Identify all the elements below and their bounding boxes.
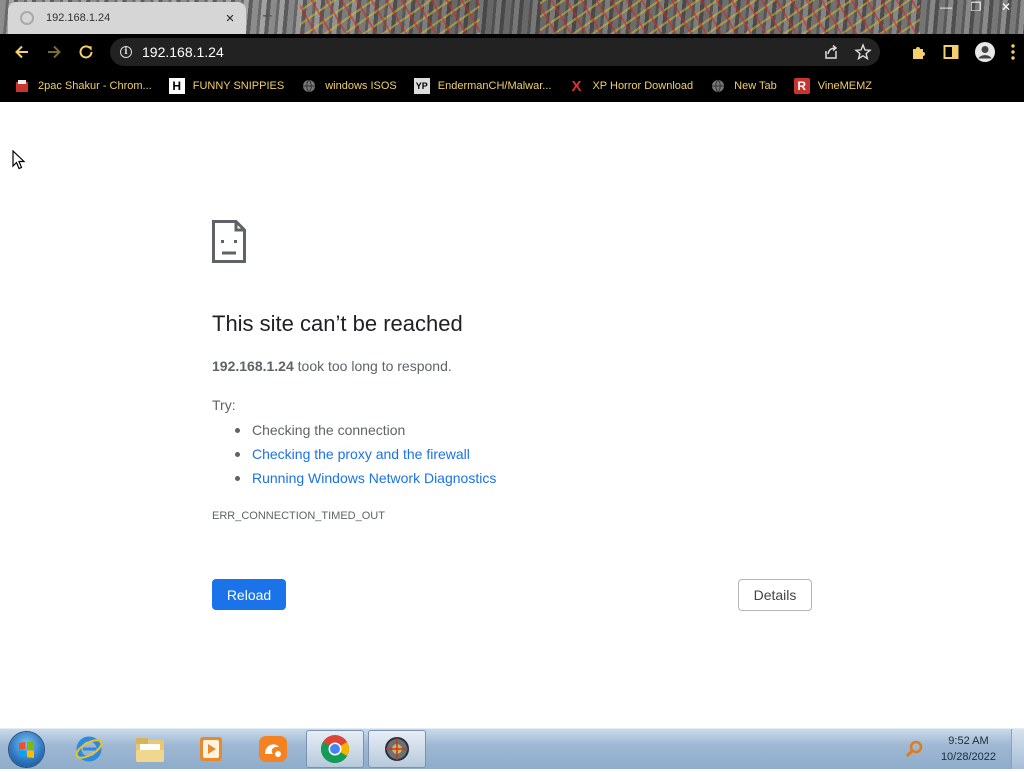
file-explorer-icon bbox=[136, 738, 164, 762]
clock-date: 10/28/2022 bbox=[940, 751, 996, 763]
mouse-cursor-icon bbox=[12, 150, 26, 170]
theme-decoration bbox=[540, 0, 920, 34]
taskbar-app[interactable] bbox=[368, 730, 426, 768]
refresh-icon bbox=[79, 45, 93, 59]
bookmark-star-icon[interactable] bbox=[854, 43, 872, 61]
uc-browser-icon bbox=[259, 736, 287, 762]
try-label: Try: bbox=[212, 397, 236, 413]
details-button[interactable]: Details bbox=[738, 579, 812, 611]
tray-search-icon[interactable] bbox=[904, 739, 924, 759]
bookmark-item[interactable]: R VineMEMZ bbox=[793, 78, 872, 94]
bookmark-item[interactable]: YP EndermanCH/Malwar... bbox=[413, 78, 552, 94]
address-bar[interactable]: i 192.168.1.24 bbox=[110, 38, 880, 66]
suggestion-list: Checking the connection Checking the pro… bbox=[212, 420, 496, 492]
menu-kebab-icon[interactable] bbox=[1010, 43, 1016, 61]
side-panel-icon[interactable] bbox=[942, 43, 960, 61]
start-button[interactable] bbox=[9, 732, 44, 767]
bookmark-label: VineMEMZ bbox=[817, 80, 872, 92]
error-description-text: took too long to respond. bbox=[293, 358, 452, 374]
taskbar-file-explorer[interactable] bbox=[121, 730, 179, 768]
bookmark-label: 2pac Shakur - Chrom... bbox=[38, 80, 152, 92]
extensions-puzzle-icon[interactable] bbox=[910, 43, 928, 61]
share-icon[interactable] bbox=[822, 43, 840, 61]
title-bar: 192.168.1.24 × + — ❐ ✕ bbox=[0, 0, 1024, 34]
bookmark-label: FUNNY SNIPPIES bbox=[192, 80, 285, 92]
tab-title: 192.168.1.24 bbox=[46, 12, 111, 24]
taskbar-uc-browser[interactable] bbox=[244, 730, 302, 768]
sad-page-icon bbox=[212, 220, 246, 263]
taskbar-media-player[interactable] bbox=[182, 730, 240, 768]
app-icon bbox=[385, 737, 409, 761]
error-host: 192.168.1.24 bbox=[212, 358, 294, 374]
bookmark-label: New Tab bbox=[734, 80, 777, 92]
reload-toolbar-button[interactable] bbox=[70, 36, 102, 68]
theme-decoration bbox=[300, 0, 480, 34]
browser-tab[interactable]: 192.168.1.24 × bbox=[8, 2, 246, 34]
profile-avatar-icon[interactable] bbox=[974, 41, 996, 63]
url-text[interactable]: 192.168.1.24 bbox=[142, 44, 224, 60]
red-r-icon: R bbox=[793, 78, 810, 94]
error-description: 192.168.1.24 took too long to respond. bbox=[212, 358, 452, 374]
suggestion-proxy-firewall-link[interactable]: Checking the proxy and the firewall bbox=[234, 444, 496, 468]
clock-time: 9:52 AM bbox=[948, 735, 989, 747]
close-window-icon[interactable]: ✕ bbox=[998, 0, 1014, 14]
maximize-icon[interactable]: ❐ bbox=[968, 0, 984, 14]
bookmark-item[interactable]: windows ISOS bbox=[301, 78, 397, 94]
site-info-icon[interactable]: i bbox=[120, 46, 132, 58]
suggestion-network-diagnostics-link[interactable]: Running Windows Network Diagnostics bbox=[234, 468, 496, 492]
error-title: This site can’t be reached bbox=[212, 311, 463, 336]
globe-icon bbox=[710, 78, 726, 94]
suggestion-check-connection: Checking the connection bbox=[234, 420, 496, 444]
chrome-icon bbox=[321, 735, 349, 763]
forward-arrow-icon bbox=[48, 45, 61, 59]
close-tab-icon[interactable]: × bbox=[222, 11, 238, 26]
media-player-icon bbox=[200, 737, 222, 761]
windows-taskbar: 9:52 AM 10/28/2022 bbox=[0, 728, 1024, 769]
taskbar-chrome[interactable] bbox=[306, 730, 364, 768]
bookmark-label: EndermanCH/Malwar... bbox=[437, 80, 552, 92]
system-clock[interactable]: 9:52 AM 10/28/2022 bbox=[941, 733, 996, 765]
window-controls: — ❐ ✕ bbox=[938, 0, 1014, 14]
taskbar-internet-explorer[interactable] bbox=[60, 730, 118, 768]
red-square-icon bbox=[14, 78, 30, 94]
forward-button[interactable] bbox=[38, 36, 70, 68]
bookmark-label: windows ISOS bbox=[325, 80, 397, 92]
windows-logo-icon bbox=[19, 741, 34, 758]
show-desktop-button[interactable] bbox=[1011, 729, 1024, 769]
bookmarks-bar: 2pac Shakur - Chrom... H FUNNY SNIPPIES … bbox=[0, 70, 1024, 102]
globe-favicon-icon bbox=[20, 11, 34, 25]
red-x-icon: X bbox=[571, 77, 582, 95]
minimize-icon[interactable]: — bbox=[938, 0, 954, 14]
back-arrow-icon bbox=[15, 45, 28, 59]
internet-explorer-icon bbox=[75, 736, 103, 762]
yp-icon: YP bbox=[413, 78, 430, 94]
bookmark-item[interactable]: H FUNNY SNIPPIES bbox=[168, 78, 285, 94]
bookmark-item[interactable]: X XP Horror Download bbox=[568, 77, 694, 95]
reload-button[interactable]: Reload bbox=[212, 579, 286, 610]
browser-toolbar: i 192.168.1.24 bbox=[0, 34, 1024, 70]
h-letter-icon: H bbox=[168, 78, 185, 94]
new-tab-button[interactable]: + bbox=[262, 6, 273, 27]
bookmark-label: XP Horror Download bbox=[592, 80, 694, 92]
globe-icon bbox=[301, 78, 317, 94]
back-button[interactable] bbox=[6, 36, 38, 68]
bookmark-item[interactable]: New Tab bbox=[710, 78, 777, 94]
bookmark-item[interactable]: 2pac Shakur - Chrom... bbox=[14, 78, 152, 94]
error-code: ERR_CONNECTION_TIMED_OUT bbox=[212, 510, 385, 522]
